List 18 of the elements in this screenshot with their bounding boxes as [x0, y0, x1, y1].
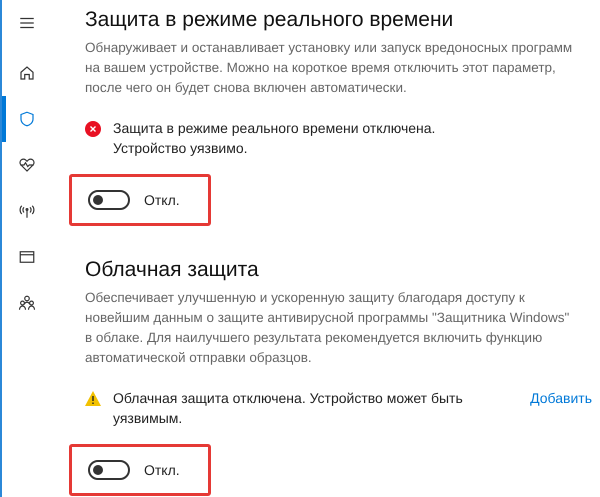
error-icon [85, 121, 101, 137]
section-title: Облачная защита [85, 257, 260, 283]
toggle-label: Откл. [144, 190, 180, 210]
section-title: Защита в режиме реального времени [85, 7, 454, 33]
status-message: Облачная защита отключена. Устройство может быть уязвимым. [113, 389, 464, 428]
section-description: Обнаруживает и останавливает установку или запуск вредоносных программ на вашем устройстве. Можно на короткое время отключить этот параметр, после чего он будет снова включен автоматически. [85, 39, 574, 97]
shield-icon [18, 110, 36, 128]
people-icon [18, 294, 36, 312]
add-link[interactable]: Добавить [530, 388, 592, 408]
warning-icon [85, 391, 101, 406]
toggle-switch[interactable] [88, 460, 130, 480]
status-message: Защита в режиме реального времени отключена. Устройство уязвимо. [113, 119, 436, 158]
window-icon [18, 248, 36, 266]
section-description: Обеспечивает улучшенную и ускоренную защиту благодаря доступу к новейшим данным о защите антивирусной программы "Защитника Windows" в облаке. Для наилучшего результата рекомендуется включить функцию автоматической отправки образцов. [85, 289, 570, 367]
toggle-switch[interactable] [88, 190, 130, 210]
home-icon [18, 64, 36, 82]
toggle-label: Откл. [144, 460, 180, 480]
heart-icon [18, 156, 36, 174]
